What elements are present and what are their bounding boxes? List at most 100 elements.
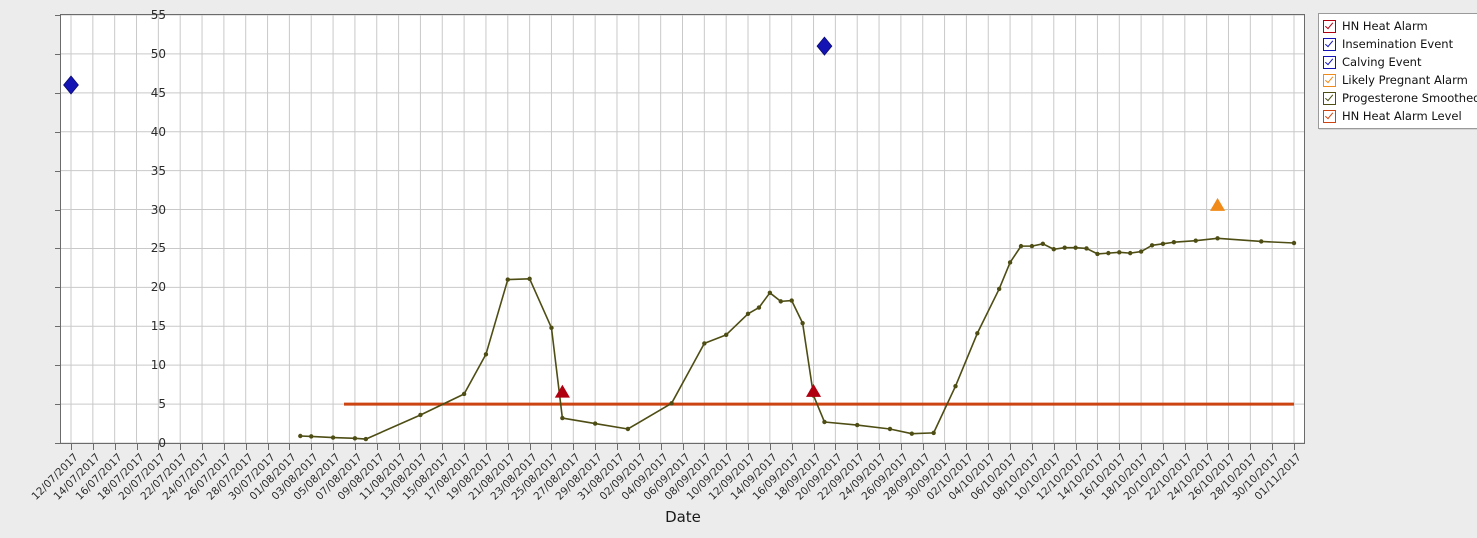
y-tick-mark	[55, 248, 60, 250]
legend-checkbox-icon[interactable]	[1323, 73, 1336, 87]
data-point	[1106, 250, 1111, 256]
data-point	[1259, 239, 1264, 244]
data-point	[1051, 247, 1056, 252]
x-tick-mark	[202, 444, 204, 450]
legend-checkbox-icon[interactable]	[1323, 91, 1336, 105]
x-tick-mark	[1141, 444, 1143, 450]
data-point	[1095, 251, 1100, 257]
x-tick-mark	[1272, 444, 1274, 450]
x-tick-mark	[442, 444, 444, 450]
y-tick-label: 15	[150, 319, 166, 334]
x-tick-mark	[529, 444, 531, 450]
heat-alarm-marker	[805, 383, 822, 397]
data-point	[1291, 240, 1297, 246]
data-point	[789, 298, 794, 303]
series-layer	[63, 36, 1297, 442]
y-tick-mark	[55, 131, 60, 133]
y-tick-label: 55	[150, 8, 166, 22]
legend-item[interactable]: Insemination Event	[1323, 35, 1477, 53]
data-point	[953, 383, 958, 389]
data-point	[767, 290, 773, 296]
data-point	[1149, 243, 1155, 248]
x-tick-mark	[333, 444, 335, 450]
plot-area	[60, 14, 1305, 444]
x-tick-mark	[813, 444, 815, 450]
y-tick-label: 10	[150, 358, 166, 373]
x-tick-mark	[1097, 444, 1099, 450]
x-tick-mark	[1119, 444, 1121, 450]
x-tick-mark	[1053, 444, 1055, 450]
x-tick-mark	[245, 444, 247, 450]
x-tick-mark	[769, 444, 771, 450]
legend-checkbox-icon[interactable]	[1323, 19, 1336, 33]
x-tick-mark	[1206, 444, 1208, 450]
x-tick-mark	[1184, 444, 1186, 450]
x-tick-mark	[376, 444, 378, 450]
x-tick-mark	[835, 444, 837, 450]
x-tick-mark	[114, 444, 116, 450]
y-tick-mark	[55, 287, 60, 289]
x-tick-mark	[900, 444, 902, 450]
y-tick-mark	[55, 170, 60, 172]
heat-alarm-marker	[554, 384, 570, 398]
data-point	[309, 434, 314, 439]
x-tick-mark	[398, 444, 400, 450]
y-tick-label: 25	[150, 241, 166, 256]
data-point	[1128, 250, 1133, 256]
x-tick-mark	[1162, 444, 1164, 450]
data-point	[1193, 238, 1198, 243]
x-tick-mark	[879, 444, 881, 450]
x-tick-mark	[1250, 444, 1252, 450]
x-tick-mark	[354, 444, 356, 450]
data-point	[1117, 250, 1122, 255]
data-point	[1029, 243, 1035, 249]
legend-item-label: Insemination Event	[1342, 37, 1454, 51]
y-tick-label: 35	[150, 163, 166, 178]
data-point	[483, 352, 489, 357]
legend-checkbox-icon[interactable]	[1323, 37, 1336, 51]
data-point	[855, 422, 860, 428]
x-axis-title: Date	[665, 508, 701, 526]
legend-item[interactable]: Likely Pregnant Alarm	[1323, 71, 1477, 89]
x-tick-mark	[289, 444, 291, 450]
calving-event-marker	[63, 75, 79, 95]
x-tick-mark	[638, 444, 640, 450]
legend-item[interactable]: Progesterone Smoothed	[1323, 89, 1477, 107]
data-point	[800, 320, 805, 326]
legend-checkbox-icon[interactable]	[1323, 109, 1336, 123]
y-tick-label: 50	[150, 46, 166, 61]
x-tick-mark	[966, 444, 968, 450]
data-point	[975, 331, 980, 336]
data-point	[1171, 240, 1177, 245]
data-point	[625, 426, 631, 432]
data-point	[1073, 245, 1078, 250]
data-point	[931, 430, 936, 436]
data-point	[822, 419, 827, 425]
chart-screenshot: 0510152025303540455055 HN Reproduction D…	[0, 0, 1477, 538]
y-tick-label: 20	[150, 280, 166, 295]
data-point	[996, 286, 1002, 292]
y-tick-mark	[55, 53, 60, 55]
legend-item[interactable]: HN Heat Alarm	[1323, 17, 1477, 35]
data-point	[723, 332, 729, 338]
y-tick-label: 40	[150, 124, 166, 139]
legend-item-label: Progesterone Smoothed	[1342, 91, 1477, 105]
legend-item[interactable]: HN Heat Alarm Level	[1323, 107, 1477, 125]
data-point	[505, 277, 510, 282]
likely-pregnant-alarm-marker	[1210, 197, 1226, 211]
x-tick-mark	[573, 444, 575, 450]
x-tick-mark	[551, 444, 553, 450]
x-tick-mark	[180, 444, 182, 450]
legend-checkbox-icon[interactable]	[1323, 55, 1336, 69]
x-tick-mark	[595, 444, 597, 450]
y-tick-mark	[55, 404, 60, 406]
legend-item[interactable]: Calving Event	[1323, 53, 1477, 71]
legend-item-label: Calving Event	[1342, 55, 1422, 69]
legend-item-label: HN Heat Alarm	[1342, 19, 1428, 33]
x-tick-mark	[704, 444, 706, 450]
x-tick-mark	[988, 444, 990, 450]
legend-panel[interactable]: HN Heat Alarm Insemination Event Calving E…	[1318, 13, 1477, 129]
y-tick-label: 30	[150, 202, 166, 217]
data-point	[560, 415, 565, 421]
progesterone-line	[300, 238, 1294, 439]
